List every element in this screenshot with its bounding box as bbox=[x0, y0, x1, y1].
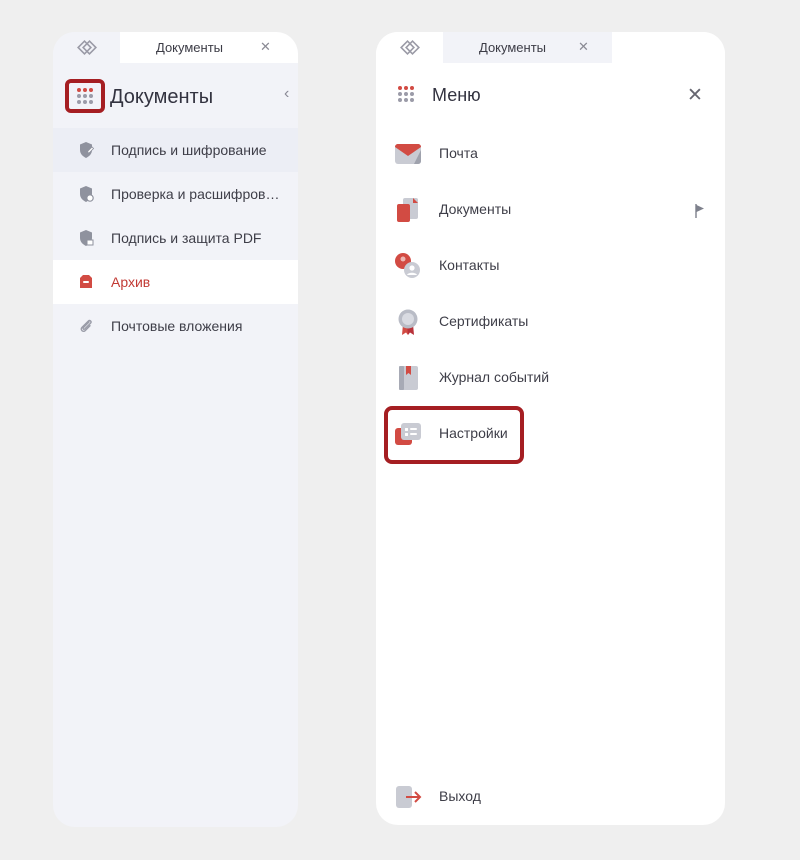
menu-item-certificates[interactable]: Сертификаты bbox=[376, 296, 725, 352]
documents-icon bbox=[397, 198, 418, 222]
sidebar-item-verify-decrypt[interactable]: Проверка и расшифров… bbox=[53, 172, 298, 216]
menu-item-label: Контакты bbox=[439, 257, 500, 273]
tab-label: Документы bbox=[479, 40, 547, 55]
grid-icon bbox=[398, 86, 414, 102]
close-menu-icon[interactable]: ✕ bbox=[687, 84, 703, 107]
sidebar-item-label: Подпись и шифрование bbox=[111, 142, 267, 158]
menu-item-label: Сертификаты bbox=[439, 313, 529, 329]
shield-check-icon bbox=[80, 186, 94, 202]
tab-bar: Документы ✕ bbox=[53, 32, 298, 63]
menu-item-label: Журнал событий bbox=[439, 369, 550, 385]
tab-close-icon[interactable]: ✕ bbox=[578, 39, 589, 55]
tab-documents[interactable]: Документы ✕ bbox=[120, 32, 298, 63]
flag-icon[interactable] bbox=[695, 204, 704, 218]
menu-panel: Документы ✕ Меню ✕ Почта Документы Конта… bbox=[376, 32, 725, 825]
page-title: Документы bbox=[110, 86, 214, 108]
menu-item-documents[interactable]: Документы bbox=[376, 184, 725, 240]
tab-label: Документы bbox=[156, 40, 224, 55]
archive-icon bbox=[80, 275, 92, 288]
menu-item-contacts[interactable]: Контакты bbox=[376, 240, 725, 296]
sidebar-item-label: Проверка и расшифров… bbox=[111, 186, 280, 202]
contacts-icon bbox=[395, 253, 420, 278]
settings-highlight-box bbox=[384, 406, 524, 464]
menu-item-mail[interactable]: Почта bbox=[376, 128, 725, 184]
paperclip-icon bbox=[80, 319, 92, 333]
logout-label: Выход bbox=[439, 788, 481, 804]
grid-icon bbox=[77, 88, 93, 104]
app-grid-button[interactable] bbox=[65, 79, 105, 113]
mail-icon bbox=[395, 144, 421, 164]
sidebar-item-archive[interactable]: Архив bbox=[53, 260, 298, 304]
logout-icon bbox=[396, 786, 422, 808]
documents-panel: Документы ✕ Документы ‹ Подпись и шифров… bbox=[53, 32, 298, 827]
logout-button[interactable]: Выход bbox=[376, 771, 725, 825]
tab-bar: Документы ✕ bbox=[376, 32, 725, 63]
sidebar-item-label: Архив bbox=[111, 274, 151, 290]
sidebar-item-label: Подпись и защита PDF bbox=[111, 230, 262, 246]
menu-item-label: Документы bbox=[439, 201, 512, 217]
sidebar-item-sign-encrypt[interactable]: Подпись и шифрование bbox=[53, 128, 298, 172]
sidebar-item-label: Почтовые вложения bbox=[111, 318, 243, 334]
collapse-chevron-icon[interactable]: ‹ bbox=[284, 85, 289, 103]
app-logo-tab[interactable] bbox=[53, 32, 120, 63]
tab-bar-filler bbox=[612, 32, 725, 63]
journal-icon bbox=[399, 366, 418, 390]
sidebar-item-sign-pdf[interactable]: Подпись и защита PDF bbox=[53, 216, 298, 260]
tab-documents[interactable]: Документы ✕ bbox=[443, 32, 612, 63]
app-grid-button[interactable] bbox=[386, 77, 426, 111]
certificate-icon bbox=[398, 309, 418, 335]
app-logo-icon bbox=[76, 39, 97, 55]
menu-item-event-log[interactable]: Журнал событий bbox=[376, 352, 725, 408]
menu-title: Меню bbox=[432, 85, 481, 105]
sidebar-item-mail-attachments[interactable]: Почтовые вложения bbox=[53, 304, 298, 348]
shield-pen-icon bbox=[80, 142, 94, 158]
shield-pdf-icon bbox=[80, 230, 94, 246]
menu-item-label: Почта bbox=[439, 145, 478, 161]
app-logo-icon bbox=[399, 39, 420, 55]
app-logo-tab[interactable] bbox=[376, 32, 443, 63]
tab-close-icon[interactable]: ✕ bbox=[260, 39, 271, 55]
